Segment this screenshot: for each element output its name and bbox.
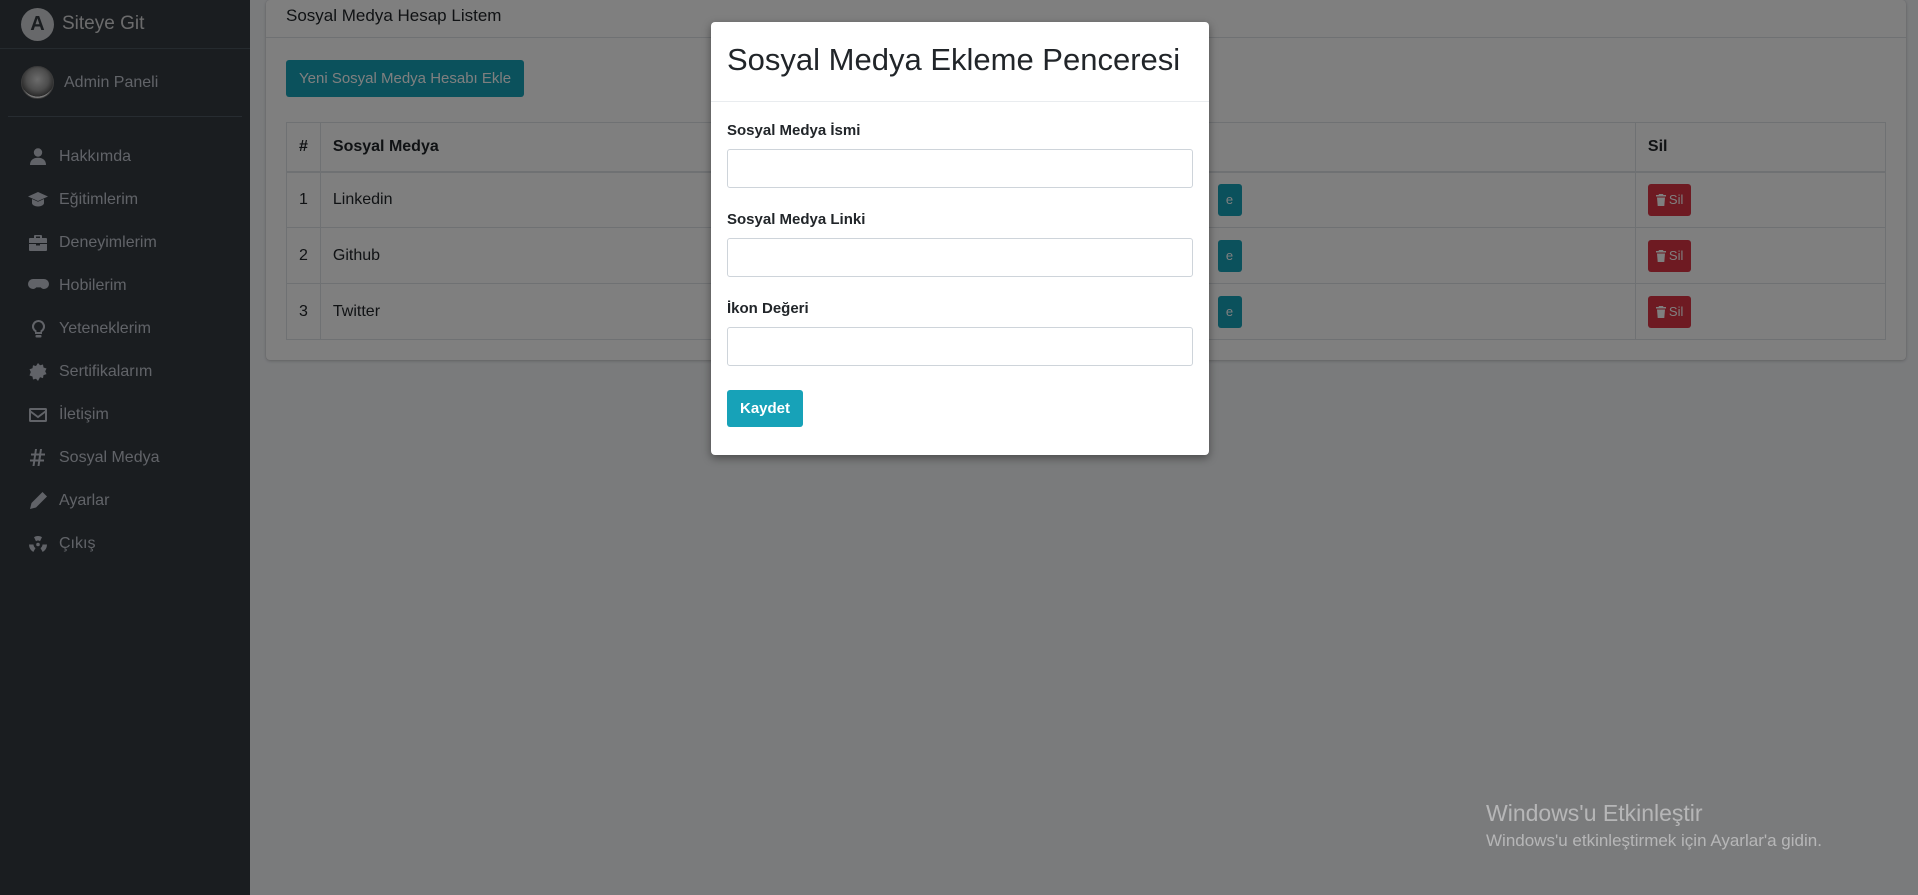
form-group-icon: İkon Değeri [727,300,1193,366]
social-media-link-input[interactable] [727,238,1193,277]
add-social-media-modal: Sosyal Medya Ekleme Penceresi Sosyal Med… [711,22,1209,455]
icon-value-label: İkon Değeri [727,300,809,317]
windows-activation-watermark: Windows'u Etkinleştir Windows'u etkinleş… [1486,800,1822,851]
form-group-link: Sosyal Medya Linki [727,211,1193,277]
social-media-link-label: Sosyal Medya Linki [727,211,866,228]
save-button[interactable]: Kaydet [727,390,804,427]
icon-value-input[interactable] [727,327,1193,366]
modal-header: Sosyal Medya Ekleme Penceresi [711,22,1209,102]
social-media-name-input[interactable] [727,149,1193,188]
watermark-title: Windows'u Etkinleştir [1486,800,1703,826]
modal-title: Sosyal Medya Ekleme Penceresi [727,42,1181,77]
modal-body: Sosyal Medya İsmi Sosyal Medya Linki İko… [711,122,1209,427]
form-group-name: Sosyal Medya İsmi [727,122,1193,188]
watermark-subtitle: Windows'u etkinleştirmek için Ayarlar'a … [1486,831,1822,850]
social-media-name-label: Sosyal Medya İsmi [727,122,861,139]
